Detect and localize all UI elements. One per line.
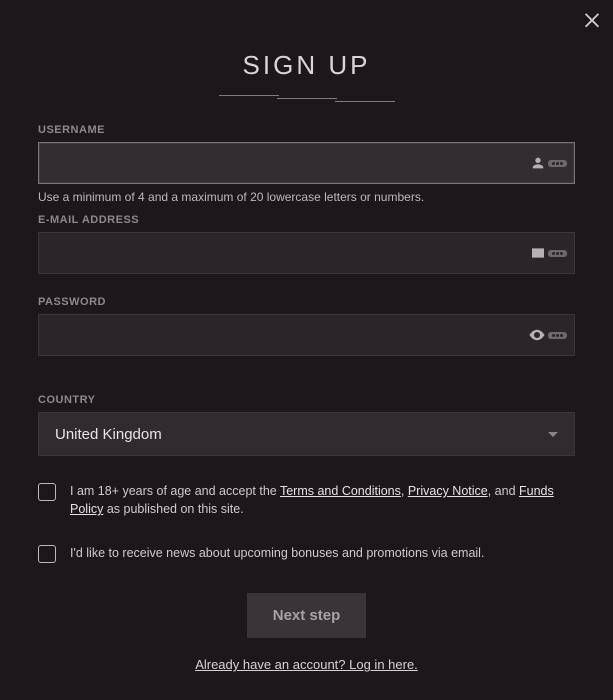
terms-link[interactable]: Terms and Conditions: [280, 484, 401, 498]
chevron-down-icon: [548, 432, 558, 437]
username-label: USERNAME: [38, 124, 575, 136]
title-underline: [38, 95, 575, 96]
page-title: SIGN UP: [38, 50, 575, 81]
field-email: E-MAIL ADDRESS: [38, 214, 575, 274]
login-row: Already have an account? Log in here.: [38, 656, 575, 674]
next-step-button[interactable]: Next step: [247, 593, 367, 638]
field-country: COUNTRY United Kingdom: [38, 394, 575, 456]
password-label: PASSWORD: [38, 296, 575, 308]
terms-checkbox[interactable]: [38, 483, 56, 501]
newsletter-row: I'd like to receive news about upcoming …: [38, 544, 575, 563]
email-input-wrap: [38, 232, 575, 274]
username-suggest-icon[interactable]: [530, 155, 567, 171]
password-reveal-icon[interactable]: [528, 326, 567, 344]
signup-modal: SIGN UP USERNAME Use a minimum of 4 and …: [0, 0, 613, 700]
field-username: USERNAME Use a minimum of 4 and a maximu…: [38, 124, 575, 204]
username-input-wrap: [38, 142, 575, 184]
email-label: E-MAIL ADDRESS: [38, 214, 575, 226]
newsletter-checkbox[interactable]: [38, 545, 56, 563]
country-value: United Kingdom: [55, 426, 162, 443]
password-input[interactable]: [38, 314, 575, 356]
login-link[interactable]: Already have an account? Log in here.: [195, 657, 418, 672]
field-password: PASSWORD: [38, 296, 575, 356]
terms-row: I am 18+ years of age and accept the Ter…: [38, 482, 575, 518]
email-input[interactable]: [38, 232, 575, 274]
country-label: COUNTRY: [38, 394, 575, 406]
country-select[interactable]: United Kingdom: [38, 412, 575, 456]
username-hint: Use a minimum of 4 and a maximum of 20 l…: [38, 190, 575, 204]
email-suggest-icon[interactable]: [530, 245, 567, 261]
newsletter-text: I'd like to receive news about upcoming …: [70, 544, 484, 562]
privacy-link[interactable]: Privacy Notice: [408, 484, 488, 498]
terms-text: I am 18+ years of age and accept the Ter…: [70, 482, 575, 518]
close-icon[interactable]: [581, 8, 603, 30]
username-input[interactable]: [38, 142, 575, 184]
password-input-wrap: [38, 314, 575, 356]
